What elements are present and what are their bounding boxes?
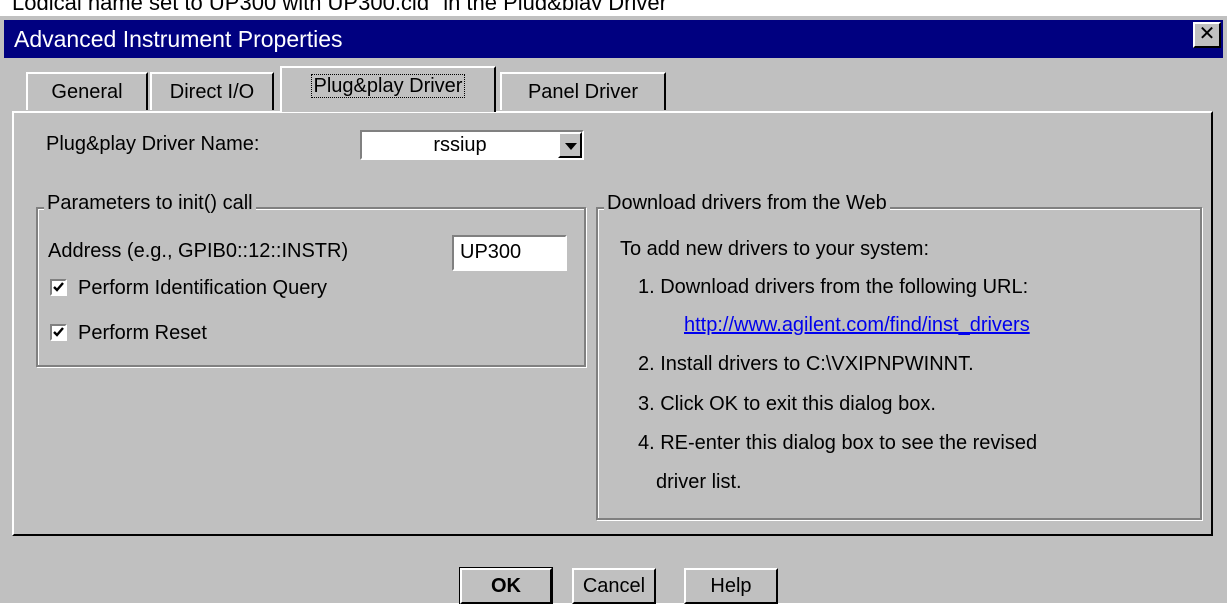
caption-middle: with UP300.cid [282,0,429,10]
dropdown-button[interactable] [558,132,582,158]
tab-direct-io[interactable]: Direct I/O [150,72,274,110]
download-step-2: 2. Install drivers to C:\VXIPNPWINNT. [638,353,974,375]
driver-name-value: rssiup [433,134,487,156]
help-button[interactable]: Help [684,568,778,604]
identification-query-checkbox[interactable] [50,279,67,296]
close-icon: ✕ [1198,23,1216,45]
download-step-4: 4. RE-enter this dialog box to see the r… [638,432,1038,454]
cancel-button[interactable]: Cancel [572,568,656,604]
download-step-4-cont: driver list. [656,471,742,493]
perform-reset-label: Perform Reset [78,322,207,344]
tab-direct-io-label: Direct I/O [169,81,255,103]
tab-plug-and-play-driver[interactable]: Plug&play Driver [280,66,496,112]
close-button[interactable]: ✕ [1193,22,1221,48]
caption-value: UP300 [209,0,276,10]
dialog-title: Advanced Instrument Properties [14,26,343,52]
ok-button[interactable]: OK [459,567,553,604]
perform-reset-checkbox[interactable] [50,324,67,341]
download-step-1: 1. Download drivers from the following U… [638,276,1029,298]
tab-panel-driver[interactable]: Panel Driver [500,72,666,110]
identification-query-label: Perform Identification Query [78,277,327,299]
download-intro: To add new drivers to your system: [620,238,930,260]
tab-general-label: General [51,81,123,103]
document-caption: Logical name set to UP300 with UP300.cid… [12,0,1227,10]
tab-panel-driver-label: Panel Driver [527,81,639,103]
download-drivers-title: Download drivers from the Web [604,192,890,215]
tab-general[interactable]: General [26,72,148,110]
ok-label: OK [491,575,521,597]
caption-right: in the Plug&play Driver [443,0,667,10]
tab-plug-and-play-driver-label: Plug&play Driver [310,74,466,98]
driver-name-label: Plug&play Driver Name: [46,133,260,155]
checkmark-icon [53,282,64,292]
caption-left: Logical name set to [12,0,203,10]
inst-drivers-link[interactable]: http://www.agilent.com/find/inst_drivers [684,314,1030,337]
title-bar: Advanced Instrument Properties [4,20,1223,58]
help-label: Help [710,575,752,597]
init-params-title: Parameters to init() call [44,192,256,215]
address-label: Address (e.g., GPIB0::12::INSTR) [48,240,349,262]
advanced-instrument-properties-dialog: Advanced Instrument Properties ✕ General… [0,16,1227,604]
chevron-down-icon [565,143,577,150]
driver-name-dropdown[interactable]: rssiup [360,130,584,160]
download-step-3: 3. Click OK to exit this dialog box. [638,393,936,415]
cancel-label: Cancel [582,575,646,597]
checkmark-icon [53,327,64,337]
address-field[interactable]: UP300 [452,235,567,271]
